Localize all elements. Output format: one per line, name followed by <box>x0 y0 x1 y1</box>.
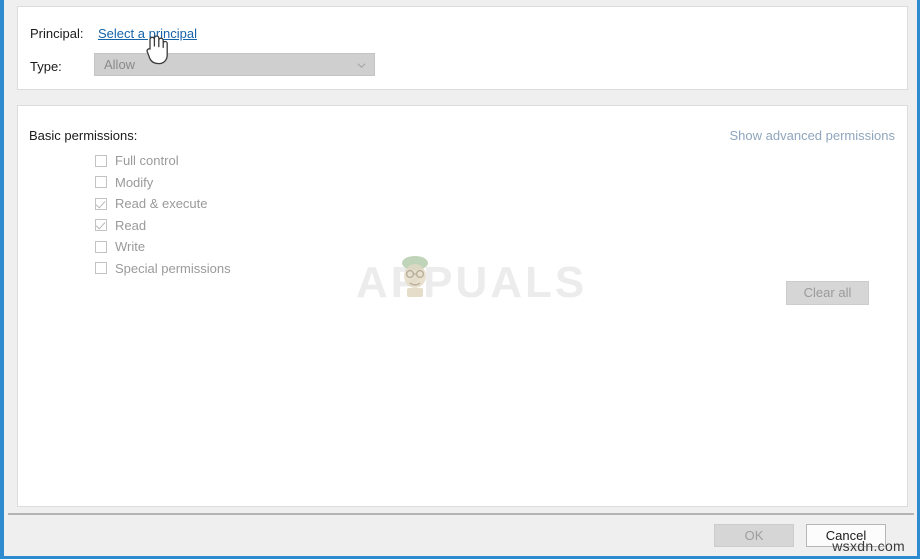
checkbox-checked-icon[interactable] <box>95 197 107 210</box>
permission-label: Special permissions <box>115 260 231 276</box>
checkbox-checked-icon[interactable] <box>95 219 107 232</box>
checkbox-unchecked-icon[interactable] <box>95 176 107 189</box>
permission-row[interactable]: Modify <box>95 172 231 194</box>
cancel-button[interactable]: Cancel <box>806 524 886 547</box>
ok-button[interactable]: OK <box>714 524 794 547</box>
permission-row[interactable]: Special permissions <box>95 258 231 280</box>
permission-row[interactable]: Full control <box>95 150 231 172</box>
permission-entry-dialog: Principal: Select a principal Type: Allo… <box>0 0 920 559</box>
permission-label: Read <box>115 217 147 233</box>
permission-label: Modify <box>115 174 154 190</box>
dialog-footer: OK Cancel <box>8 513 914 553</box>
type-label: Type: <box>30 59 62 74</box>
type-dropdown-value: Allow <box>104 57 136 72</box>
permission-label: Write <box>115 239 146 255</box>
basic-permissions-heading: Basic permissions: <box>29 128 138 143</box>
checkbox-unchecked-icon[interactable] <box>95 154 107 167</box>
principal-panel: Principal: Select a principal Type: Allo… <box>17 6 908 90</box>
show-advanced-permissions-link[interactable]: Show advanced permissions <box>730 128 895 143</box>
permission-row[interactable]: Write <box>95 236 231 258</box>
select-a-principal-link[interactable]: Select a principal <box>98 26 197 41</box>
clear-all-button[interactable]: Clear all <box>786 281 869 305</box>
permission-label: Full control <box>115 153 179 169</box>
checkbox-unchecked-icon[interactable] <box>95 240 107 253</box>
principal-label: Principal: <box>30 26 84 41</box>
chevron-down-icon <box>357 63 366 68</box>
permissions-checkbox-list: Full control Modify Read & execute Read Writ… <box>95 150 231 279</box>
permission-label: Read & execute <box>115 196 208 212</box>
type-dropdown[interactable]: Allow <box>94 53 375 76</box>
permission-row[interactable]: Read <box>95 215 231 237</box>
checkbox-unchecked-icon[interactable] <box>95 262 107 275</box>
permission-row[interactable]: Read & execute <box>95 193 231 215</box>
basic-permissions-panel: Basic permissions: Show advanced permiss… <box>17 105 908 507</box>
